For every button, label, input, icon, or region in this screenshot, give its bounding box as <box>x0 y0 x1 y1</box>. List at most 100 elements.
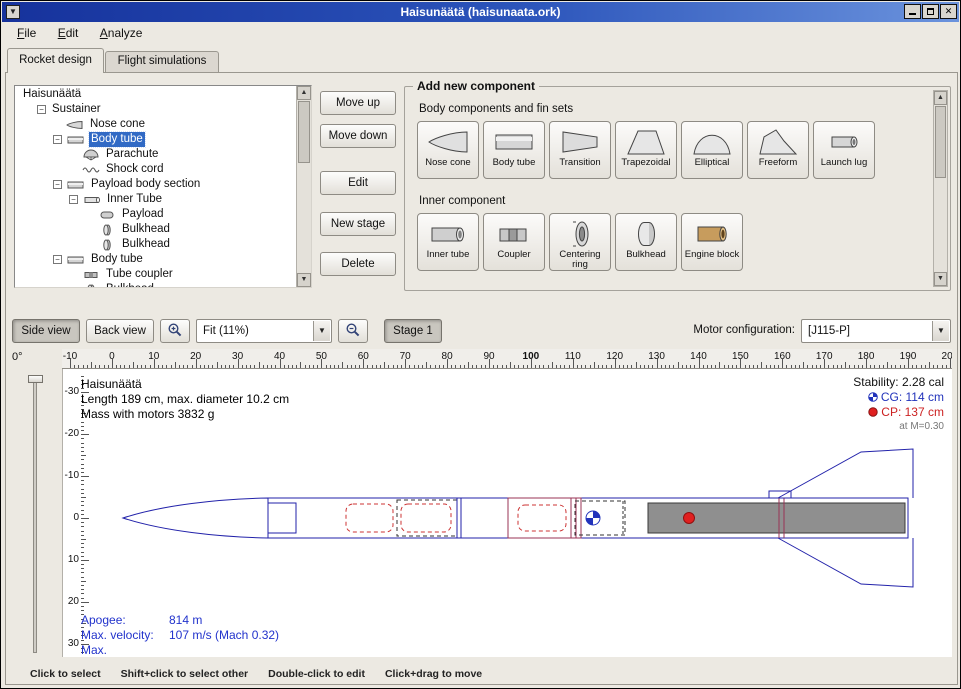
ruler-tick <box>556 365 557 368</box>
tree-scrollbar-thumb[interactable] <box>298 101 310 163</box>
side-view-button[interactable]: Side view <box>12 319 80 343</box>
add-bulkhead-button[interactable]: Bulkhead <box>615 213 677 271</box>
tree-item-payload-body-section[interactable]: −Payload body section <box>15 177 295 192</box>
nose-cone[interactable] <box>123 498 268 538</box>
component-button-label: Trapezoidal <box>619 158 672 168</box>
payload-body-section[interactable] <box>508 498 581 538</box>
tree-item-payload[interactable]: Payload <box>15 207 295 222</box>
collapse-icon[interactable]: − <box>53 255 62 264</box>
delete-button[interactable]: Delete <box>320 252 396 276</box>
back-view-button[interactable]: Back view <box>86 319 154 343</box>
tree-item-sustainer[interactable]: −Sustainer <box>15 102 295 117</box>
add-nose-cone-button[interactable]: Nose cone <box>417 121 479 179</box>
stage-1-toggle[interactable]: Stage 1 <box>384 319 442 343</box>
ruler-tick <box>87 365 88 368</box>
chevron-down-icon[interactable]: ▼ <box>313 321 330 341</box>
ruler-tick <box>887 362 888 368</box>
add-body-tube-button[interactable]: Body tube <box>483 121 545 179</box>
tree-item-haisun-t[interactable]: Haisunäätä <box>15 87 295 102</box>
rotation-slider-handle[interactable] <box>28 375 43 383</box>
ruler-tick <box>640 365 641 368</box>
tree-item-tube-coupler[interactable]: Tube coupler <box>15 267 295 282</box>
add-panel-scrollbar-thumb[interactable] <box>935 106 946 178</box>
add-freeform-button[interactable]: Freeform <box>747 121 809 179</box>
ruler-label: 0 <box>109 351 115 362</box>
ruler-tick <box>309 365 310 368</box>
scroll-up-icon[interactable]: ▲ <box>934 91 947 105</box>
add-elliptical-button[interactable]: Elliptical <box>681 121 743 179</box>
tree-item-parachute[interactable]: Parachute <box>15 147 295 162</box>
ruler-tick <box>233 365 234 368</box>
add-engine-block-button[interactable]: Engine block <box>681 213 743 271</box>
inner-components-label: Inner component <box>419 195 505 207</box>
rotation-slider[interactable] <box>33 375 37 653</box>
collapse-icon[interactable]: − <box>53 180 62 189</box>
tree-item-bulkhead[interactable]: Bulkhead <box>15 237 295 252</box>
close-button[interactable]: ✕ <box>940 4 957 19</box>
tree-item-inner-tube[interactable]: −Inner Tube <box>15 192 295 207</box>
ruler-tick <box>305 365 306 368</box>
ruler-label: 70 <box>400 351 411 362</box>
stat-value: 814 m <box>169 613 202 627</box>
scroll-down-icon[interactable]: ▼ <box>297 273 311 287</box>
menu-edit[interactable]: Edit <box>49 22 88 44</box>
add-trapezoidal-button[interactable]: Trapezoidal <box>615 121 677 179</box>
tree-item-body-tube[interactable]: −Body tube <box>15 252 295 267</box>
move-up-button[interactable]: Move up <box>320 91 396 115</box>
status-bar: Click to select Shift+click to select ot… <box>6 665 957 683</box>
ruler-tick <box>225 365 226 368</box>
bodytube-icon <box>66 179 86 191</box>
ruler-tick <box>81 426 84 427</box>
tree-item-shock-cord[interactable]: Shock cord <box>15 162 295 177</box>
move-down-button[interactable]: Move down <box>320 124 396 148</box>
ruler-tick <box>120 365 121 368</box>
ruler-tick <box>81 480 84 481</box>
component-button-label: Inner tube <box>425 250 472 260</box>
tree-item-nose-cone[interactable]: Nose cone <box>15 117 295 132</box>
ruler-tick <box>753 365 754 368</box>
tree-item-bulkhead[interactable]: Bulkhead <box>15 282 295 287</box>
add-inner-tube-button[interactable]: Inner tube <box>417 213 479 271</box>
edit-button[interactable]: Edit <box>320 171 396 195</box>
minimize-button[interactable] <box>904 4 921 19</box>
tab-flight-simulations[interactable]: Flight simulations <box>105 51 219 73</box>
ruler-tick <box>623 365 624 368</box>
collapse-icon[interactable]: − <box>37 105 46 114</box>
collapse-icon[interactable]: − <box>69 195 78 204</box>
collapse-icon[interactable]: − <box>53 135 62 144</box>
new-stage-button[interactable]: New stage <box>320 212 396 236</box>
tree-item-body-tube[interactable]: −Body tube <box>15 132 295 147</box>
fin-bottom[interactable] <box>778 538 913 587</box>
tab-rocket-design[interactable]: Rocket design <box>7 48 104 73</box>
add-panel-scrollbar[interactable]: ▲ ▼ <box>933 90 948 287</box>
maximize-button[interactable] <box>922 4 939 19</box>
ruler-tick <box>275 365 276 368</box>
stat-label: Max. acceleration: <box>81 643 169 657</box>
motor-configuration-select[interactable]: [J115-P] ▼ <box>801 319 951 343</box>
tree-scrollbar[interactable]: ▲ ▼ <box>296 86 311 287</box>
menu-analyze[interactable]: Analyze <box>91 22 152 44</box>
add-centering-ring-button[interactable]: Centering ring <box>549 213 611 271</box>
ruler-tick <box>506 365 507 368</box>
zoom-out-button[interactable] <box>338 319 368 343</box>
tree-item-label: Sustainer <box>50 102 103 117</box>
ruler-tick <box>81 489 84 490</box>
zoom-level-select[interactable]: Fit (11%) ▼ <box>196 319 332 343</box>
add-coupler-button[interactable]: Coupler <box>483 213 545 271</box>
fin-top[interactable] <box>778 449 913 498</box>
scroll-down-icon[interactable]: ▼ <box>934 272 947 286</box>
ruler-tick <box>611 365 612 368</box>
add-transition-button[interactable]: Transition <box>549 121 611 179</box>
chevron-down-icon[interactable]: ▼ <box>932 321 949 341</box>
add-launch-lug-button[interactable]: Launch lug <box>813 121 875 179</box>
zoom-in-button[interactable] <box>160 319 190 343</box>
tree-item-bulkhead[interactable]: Bulkhead <box>15 222 295 237</box>
ruler-tick <box>351 365 352 368</box>
rocket-canvas[interactable]: -30-20-100102030 Haisunäätä Length 189 c… <box>62 369 952 657</box>
titlebar[interactable]: ▼ Haisunäätä (haisunaata.ork) ✕ <box>2 2 959 22</box>
freeform-icon <box>756 126 800 158</box>
menu-file[interactable]: File <box>8 22 45 44</box>
scroll-up-icon[interactable]: ▲ <box>297 86 311 100</box>
ruler-tick <box>569 365 570 368</box>
component-tree: Haisunäätä−SustainerNose cone−Body tubeP… <box>15 87 295 287</box>
